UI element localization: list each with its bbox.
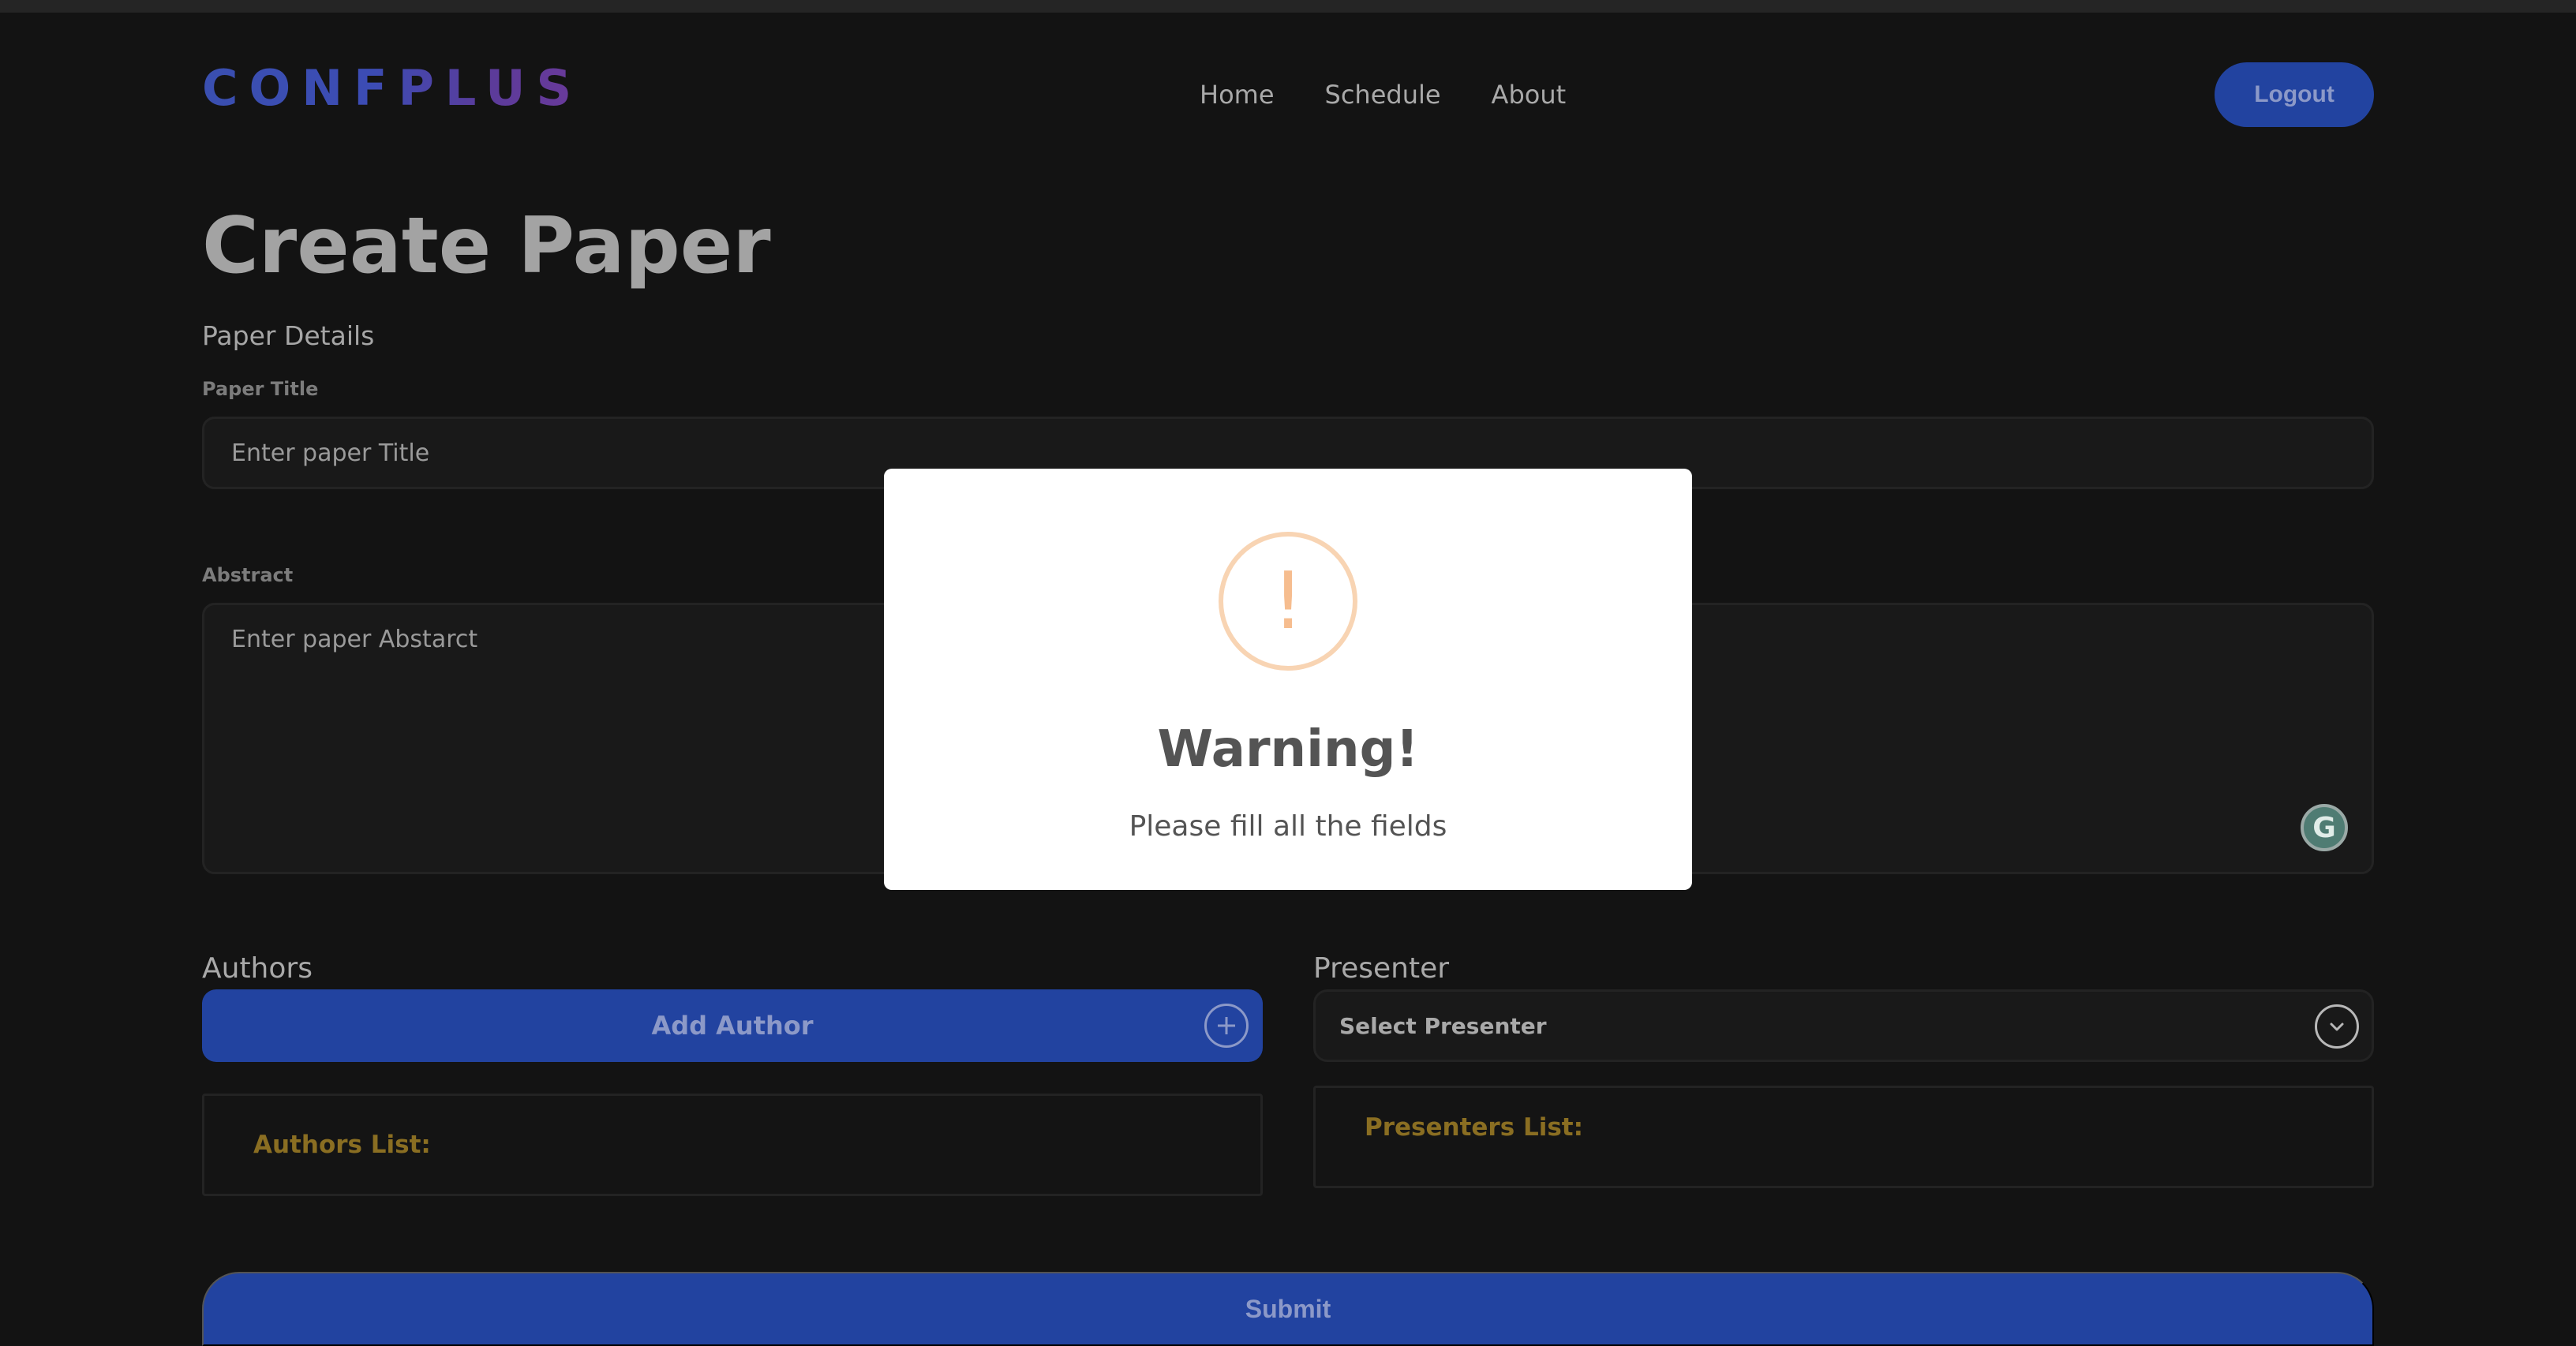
add-author-label: Add Author	[651, 1011, 814, 1041]
chevron-down-icon	[2315, 1004, 2359, 1049]
section-title: Paper Details	[202, 320, 375, 351]
abstract-placeholder: Enter paper Abstarct	[231, 626, 478, 653]
authors-list-label: Authors List:	[253, 1131, 431, 1159]
modal-title: Warning!	[1157, 720, 1419, 779]
paper-title-label: Paper Title	[202, 378, 319, 400]
abstract-label: Abstract	[202, 564, 294, 586]
browser-top-bar	[0, 0, 2576, 13]
warning-icon: !	[1219, 532, 1357, 671]
plus-circle-icon	[1204, 1004, 1249, 1048]
nav-schedule-link[interactable]: Schedule	[1325, 76, 1441, 114]
submit-button[interactable]: Submit	[202, 1272, 2374, 1346]
logout-button[interactable]: Logout	[2215, 62, 2374, 127]
authors-list-box: Authors List:	[202, 1094, 1263, 1196]
presenter-title: Presenter	[1313, 952, 1450, 985]
presenters-list-label: Presenters List:	[1365, 1113, 1584, 1142]
modal-message: Please fill all the fields	[1129, 810, 1447, 843]
select-presenter-value: Select Presenter	[1339, 1012, 1547, 1039]
grammarly-icon[interactable]: G	[2301, 804, 2348, 851]
add-author-button[interactable]: Add Author	[202, 989, 1263, 1062]
nav-about-link[interactable]: About	[1492, 76, 1567, 114]
warning-modal: ! Warning! Please fill all the fields	[884, 469, 1692, 890]
nav-home-link[interactable]: Home	[1200, 76, 1275, 114]
paper-title-placeholder: Enter paper Title	[231, 439, 430, 467]
page-title: Create Paper	[202, 201, 771, 291]
authors-title: Authors	[202, 952, 313, 985]
main-nav: Home Schedule About	[1200, 76, 1566, 114]
confplus-logo[interactable]: CONFPLUS	[202, 64, 571, 113]
presenters-list-box: Presenters List:	[1313, 1086, 2374, 1188]
select-presenter-dropdown[interactable]: Select Presenter	[1313, 989, 2374, 1062]
